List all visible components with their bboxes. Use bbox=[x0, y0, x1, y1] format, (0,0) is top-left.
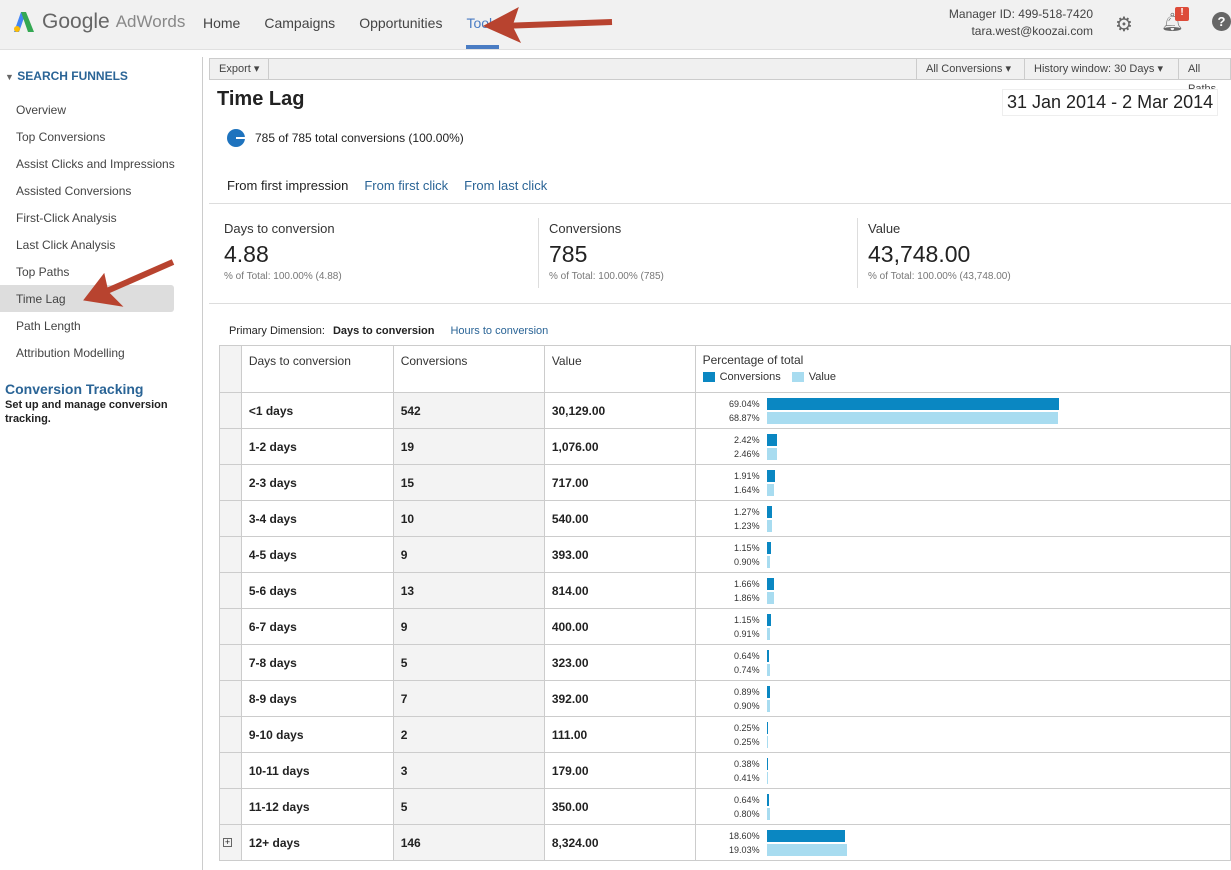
arrow-to-tools bbox=[482, 6, 613, 44]
arrow-to-time-lag bbox=[83, 259, 175, 307]
annotation-arrows bbox=[83, 6, 613, 307]
